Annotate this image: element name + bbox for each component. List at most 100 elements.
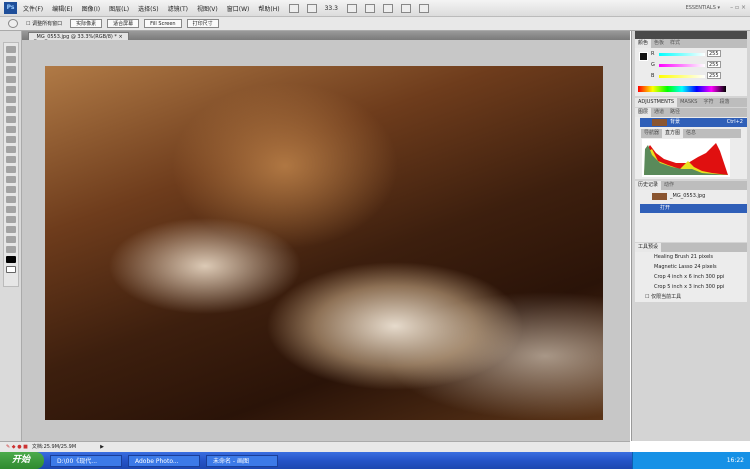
menu-select[interactable]: 选择(S) [138,4,159,13]
color-ramp[interactable] [638,86,726,92]
color-panel-tabs: 颜色 色板 样式 [635,39,747,48]
menu-file[interactable]: 文件(F) [23,4,43,13]
eraser-tool-icon[interactable] [6,146,16,153]
menu-help[interactable]: 帮助(H) [258,4,279,13]
tab-layers[interactable]: 图层 [635,108,652,117]
preset-item[interactable]: Crop 4 inch x 6 inch 300 ppi [640,273,747,282]
green-value[interactable]: 255 [707,61,721,68]
blue-slider[interactable] [659,75,705,78]
clone-stamp-tool-icon[interactable] [6,126,16,133]
histogram-graph [642,139,730,177]
brush-tool-icon[interactable] [6,116,16,123]
preset-item[interactable]: Magnetic Lasso 24 pixels [640,263,747,272]
tab-adjustments[interactable]: ADJUSTMENTS [635,98,678,107]
layer-row-background[interactable]: 背景 Ctrl+2 [640,118,747,127]
blur-tool-icon[interactable] [6,166,16,173]
tab-character[interactable]: 字符 [700,98,716,107]
quick-mask-icon[interactable] [6,266,16,273]
taskbar-item-paint[interactable]: 未命名 - 画图 [206,454,278,467]
history-snapshot[interactable]: _MG_0553.jpg [640,192,747,201]
marquee-tool-icon[interactable] [6,56,16,63]
taskbar-item-folder[interactable]: D:\00《现代... [50,454,122,467]
menu-window[interactable]: 窗口(W) [227,4,250,13]
rotate-view-icon[interactable] [382,3,393,13]
document-image[interactable] [45,66,603,420]
view-extras-icon[interactable] [306,3,317,13]
bridge-icon[interactable] [288,3,299,13]
start-button[interactable]: 开始 [0,452,44,469]
photoshop-logo-icon: Ps [4,2,17,14]
tab-info[interactable]: 信息 [683,129,699,138]
menu-view[interactable]: 视图(V) [197,4,218,13]
window-controls[interactable]: – ▫ × [730,4,746,11]
foreground-color-icon[interactable] [639,52,648,61]
zoom-tool-icon[interactable] [364,3,375,13]
toolbox [3,42,19,287]
zoom-tool-icon[interactable] [6,246,16,253]
tab-history[interactable]: 历史记录 [635,181,662,190]
menu-bar: Ps 文件(F) 编辑(E) 图像(I) 图层(L) 选择(S) 滤镜(T) 视… [0,0,750,17]
fill-screen-button[interactable]: Fill Screen [144,19,182,28]
green-slider[interactable] [659,64,705,67]
blue-value[interactable]: 255 [707,72,721,79]
tab-paths[interactable]: 路径 [667,108,683,117]
zoom-tool-preset-icon[interactable] [8,19,18,28]
menu-layer[interactable]: 图层(L) [109,4,129,13]
path-select-tool-icon[interactable] [6,206,16,213]
tab-masks[interactable]: MASKS [677,98,700,107]
menu-edit[interactable]: 编辑(E) [52,4,72,13]
arrange-documents-icon[interactable] [400,3,411,13]
print-size-button[interactable]: 打印尺寸 [186,19,219,28]
tab-color[interactable]: 颜色 [635,39,652,48]
preset-item[interactable]: Healing Brush 21 pixels [640,253,747,262]
tab-histogram[interactable]: 直方图 [662,129,684,138]
tab-styles[interactable]: 样式 [667,39,683,48]
document-tab[interactable]: _MG_0553.jpg @ 33.3%(RGB/8) * × [28,32,129,40]
foreground-color-swatch[interactable] [6,256,16,263]
move-tool-icon[interactable] [6,46,16,53]
snapshot-thumbnail [652,193,667,200]
crop-tool-icon[interactable] [6,86,16,93]
tab-tool-presets[interactable]: 工具预设 [635,243,662,252]
menu-image[interactable]: 图像(I) [82,4,100,13]
history-brush-tool-icon[interactable] [6,136,16,143]
eyedropper-tool-icon[interactable] [6,96,16,103]
quick-select-tool-icon[interactable] [6,76,16,83]
lasso-tool-icon[interactable] [6,66,16,73]
history-state-open[interactable]: 打开 [640,204,747,213]
tab-swatches[interactable]: 色板 [651,39,667,48]
resize-all-windows-checkbox[interactable]: ☐ 调整所有窗口 [26,20,62,27]
tab-actions[interactable]: 动作 [661,181,677,190]
taskbar-item-photoshop[interactable]: Adobe Photo... [128,454,200,467]
dodge-tool-icon[interactable] [6,176,16,183]
type-tool-icon[interactable] [6,196,16,203]
red-value[interactable]: 255 [707,50,721,57]
document-size[interactable]: 文档:25.9M/25.9M [32,442,76,452]
channel-r-label: R [651,51,655,57]
checkbox-label: 调整所有窗口 [32,21,63,27]
preset-item[interactable]: Crop 5 inch x 3 inch 300 ppi [640,283,747,292]
layer-thumbnail [652,119,667,126]
3d-tool-icon[interactable] [6,226,16,233]
tab-channels[interactable]: 通道 [651,108,667,117]
tab-paragraph[interactable]: 段落 [716,98,732,107]
screen-mode-icon[interactable] [418,3,429,13]
menu-filter[interactable]: 滤镜(T) [168,4,188,13]
pen-tool-icon[interactable] [6,186,16,193]
red-slider[interactable] [659,53,705,56]
hand-tool-icon[interactable] [6,236,16,243]
status-arrow-icon[interactable]: ▶ [100,442,104,452]
fit-screen-button[interactable]: 适合屏幕 [107,19,140,28]
tab-navigator[interactable]: 导航器 [641,129,662,138]
gradient-tool-icon[interactable] [6,156,16,163]
current-tool-only-checkbox[interactable]: ☐ 仅限当前工具 [640,293,747,302]
right-panels: 颜色 色板 样式 R 255 G 255 B 255 ADJUSTMENTS M… [631,31,750,441]
actual-pixels-button[interactable]: 实际像素 [70,19,103,28]
zoom-level[interactable]: 33.3 [325,5,338,12]
shape-tool-icon[interactable] [6,216,16,223]
color-panel: R 255 G 255 B 255 [635,48,747,96]
clock: 16:22 [726,457,744,464]
healing-brush-tool-icon[interactable] [6,106,16,113]
hand-tool-icon[interactable] [346,3,357,13]
workspace-switcher[interactable]: ESSENTIALS ▾ [686,5,720,11]
